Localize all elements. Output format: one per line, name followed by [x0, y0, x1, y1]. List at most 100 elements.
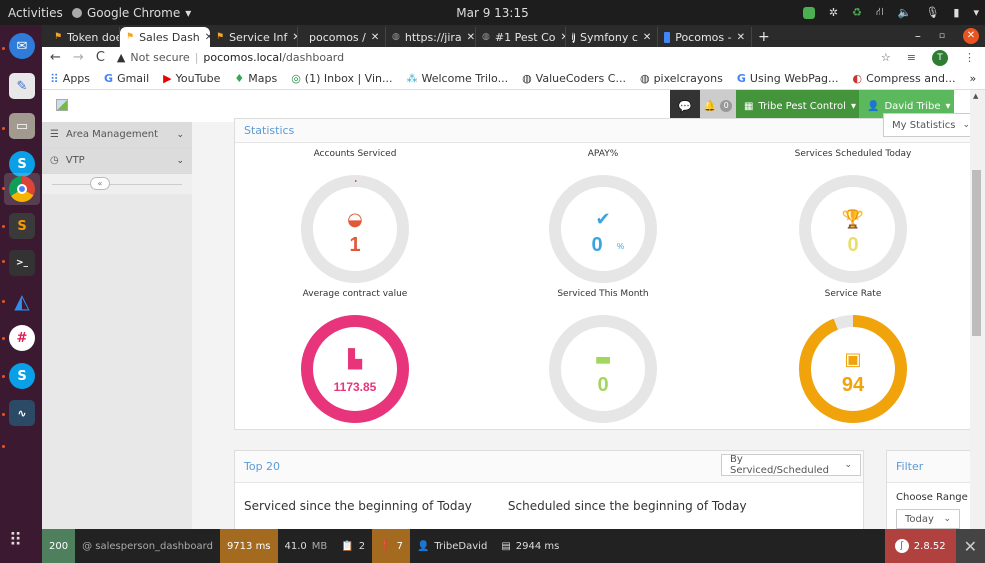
stat-suffix: %	[617, 242, 624, 251]
bookmark-inbox[interactable]: ◎ (1) Inbox | Vin...	[291, 72, 392, 85]
media-control-icon[interactable]: ≡	[907, 51, 916, 64]
text-editor-icon[interactable]: ✎	[9, 73, 35, 99]
profile-avatar[interactable]: T	[932, 49, 948, 66]
bookmark-youtube[interactable]: ▶ YouTube	[163, 72, 220, 85]
scroll-up-icon[interactable]: ▲	[973, 92, 978, 100]
sidebar-item-area-management[interactable]: ☰ Area Management ⌄	[42, 122, 192, 148]
security-panel[interactable]: 👤 TribeDavid	[410, 529, 494, 563]
slack-tray-icon[interactable]: ✲	[829, 6, 838, 19]
back-icon[interactable]: ←	[50, 50, 61, 65]
volume-icon[interactable]: 🔈	[898, 6, 912, 19]
system-tray[interactable]: ✲ ♻ ⛙ 🔈 🎙 ▮ ▾	[802, 5, 979, 20]
close-tab-icon[interactable]: ✕	[371, 32, 379, 43]
warnings-panel[interactable]: ❗ 7	[372, 529, 410, 563]
network-icon[interactable]: ⛙	[876, 5, 884, 20]
bookmark-valuecoders[interactable]: ◍ ValueCoders C...	[522, 72, 626, 85]
url-host: pocomos.local	[203, 51, 283, 64]
bookmark-gmail[interactable]: G Gmail	[104, 72, 149, 85]
running-indicator	[2, 375, 5, 378]
main-content: Statistics My Statistics ⌄ Accounts Serv…	[192, 113, 970, 538]
scheduled-column-heading: Scheduled since the beginning of Today	[507, 499, 747, 513]
url-path: /dashboard	[282, 51, 345, 64]
bookmark-star-icon[interactable]: ☆	[881, 51, 891, 64]
request-time[interactable]: 9713 ms	[219, 529, 278, 563]
running-indicator	[2, 445, 5, 448]
symfony-version[interactable]: ʃ 2.8.52	[884, 529, 956, 563]
new-tab-button[interactable]: +	[752, 27, 776, 47]
chrome-dock-icon[interactable]	[9, 176, 35, 202]
slack-icon[interactable]: #	[9, 325, 35, 351]
battery-icon[interactable]: ▮	[953, 6, 959, 19]
close-tab-icon[interactable]: ✕	[737, 32, 745, 43]
bookmark-pixelcrayons[interactable]: ◍ pixelcrayons	[640, 72, 723, 85]
show-applications-icon[interactable]: ⠿	[9, 530, 22, 551]
app-menu[interactable]: Google Chrome ▾	[72, 6, 191, 20]
logo-broken-image[interactable]	[56, 99, 68, 111]
bookmark-trilogy[interactable]: ⁂ Welcome Trilo...	[406, 72, 508, 85]
running-indicator	[2, 127, 5, 130]
scrollbar-thumb[interactable]	[972, 170, 981, 336]
mic-icon[interactable]: 🎙	[925, 6, 939, 19]
app-name: Google Chrome	[87, 5, 181, 20]
collapse-sidebar-button[interactable]: «	[90, 177, 110, 190]
range-select[interactable]: Today ⌄	[896, 509, 960, 529]
stat-card: Average contract value ▙ 1173.85	[255, 289, 455, 429]
close-tab-icon[interactable]: ✕	[643, 32, 651, 43]
page-scrollbar[interactable]: ▲	[970, 90, 985, 538]
bookmark-compress[interactable]: ◐ Compress and...	[853, 72, 956, 85]
bookmark-apps[interactable]: ⠿ Apps	[50, 72, 90, 86]
chrome-icon	[72, 7, 82, 18]
database-icon: ▤	[501, 540, 511, 552]
tab-pocomos-doc[interactable]: Pocomos - ✕	[658, 27, 752, 47]
stat-label: Average contract value	[302, 289, 408, 299]
thunderbird-icon[interactable]: ✉	[9, 33, 35, 59]
tab-service-info[interactable]: ⚑ Service Inf ✕	[210, 27, 298, 47]
tab-jira[interactable]: ◍ https://jira ✕	[386, 27, 476, 47]
top20-sort-select[interactable]: By Serviced/Scheduled ⌄	[721, 454, 861, 476]
symfony-icon: ʃ	[572, 31, 576, 43]
close-tab-icon[interactable]: ✕	[467, 32, 475, 43]
status-app-icon[interactable]	[802, 6, 815, 19]
tab-symfony[interactable]: ʃ Symfony c ✕	[566, 27, 658, 47]
stat-card: Service Rate ▣ 94	[753, 289, 953, 429]
memory-usage[interactable]: 41.0 MB	[278, 529, 335, 563]
sync-icon[interactable]: ♻	[852, 6, 862, 19]
reload-icon[interactable]: C	[96, 50, 105, 65]
money-icon: ▣	[844, 349, 861, 370]
stat-card: Accounts Serviced ◒ 1	[255, 149, 455, 289]
maximize-icon[interactable]: ▫	[939, 31, 945, 41]
app-launcher-icon[interactable]: ◭	[9, 288, 35, 314]
minimize-icon[interactable]: –	[915, 29, 921, 43]
mysql-workbench-icon[interactable]: ∿	[9, 400, 35, 426]
route-name[interactable]: @ salesperson_dashboard	[75, 529, 220, 563]
close-window-icon[interactable]: ✕	[963, 28, 979, 44]
tab-sales-dashboard[interactable]: ⚑ Sales Dash ✕	[120, 27, 210, 47]
compress-icon: ◐	[852, 72, 863, 85]
close-toolbar-button[interactable]: ✕	[955, 529, 985, 563]
url-field[interactable]: ▲ Not secure | pocomos.local/dashboard	[117, 51, 344, 64]
status-code[interactable]: 200	[42, 529, 76, 563]
bookmark-webpagetest[interactable]: G Using WebPag...	[737, 72, 839, 85]
sublime-text-icon[interactable]: S	[9, 213, 35, 239]
forward-icon[interactable]: →	[73, 50, 84, 65]
stat-value: 0	[597, 374, 608, 396]
stat-label: Service Rate	[824, 289, 882, 299]
caret-down-icon[interactable]: ▾	[973, 6, 979, 19]
tab-pest-control[interactable]: ◍ #1 Pest Co ✕	[476, 27, 566, 47]
files-icon[interactable]: ▭	[9, 113, 35, 139]
google-docs-icon	[664, 31, 671, 43]
warning-icon: ▲	[116, 51, 126, 64]
activities-button[interactable]: Activities	[0, 6, 72, 20]
terminal-icon[interactable]: >_	[9, 250, 35, 276]
tab-pocomos-repo[interactable]: pocomos / ✕	[298, 27, 386, 47]
bookmark-maps[interactable]: ♦ Maps	[234, 72, 277, 85]
statistics-select[interactable]: My Statistics ⌄	[883, 113, 970, 137]
bookmarks-overflow[interactable]: »	[969, 72, 985, 85]
database-panel[interactable]: ▤ 2944 ms	[494, 529, 566, 563]
forms-panel[interactable]: 📋 2	[334, 529, 372, 563]
tab-token[interactable]: ⚑ Token doe ✕	[48, 27, 120, 47]
menu-icon[interactable]: ⋮	[964, 51, 975, 64]
skype-icon[interactable]: S	[9, 363, 35, 389]
sidebar-item-vtp[interactable]: ◷ VTP ⌄	[42, 148, 192, 174]
stat-gauge: 🏆0	[799, 175, 907, 283]
